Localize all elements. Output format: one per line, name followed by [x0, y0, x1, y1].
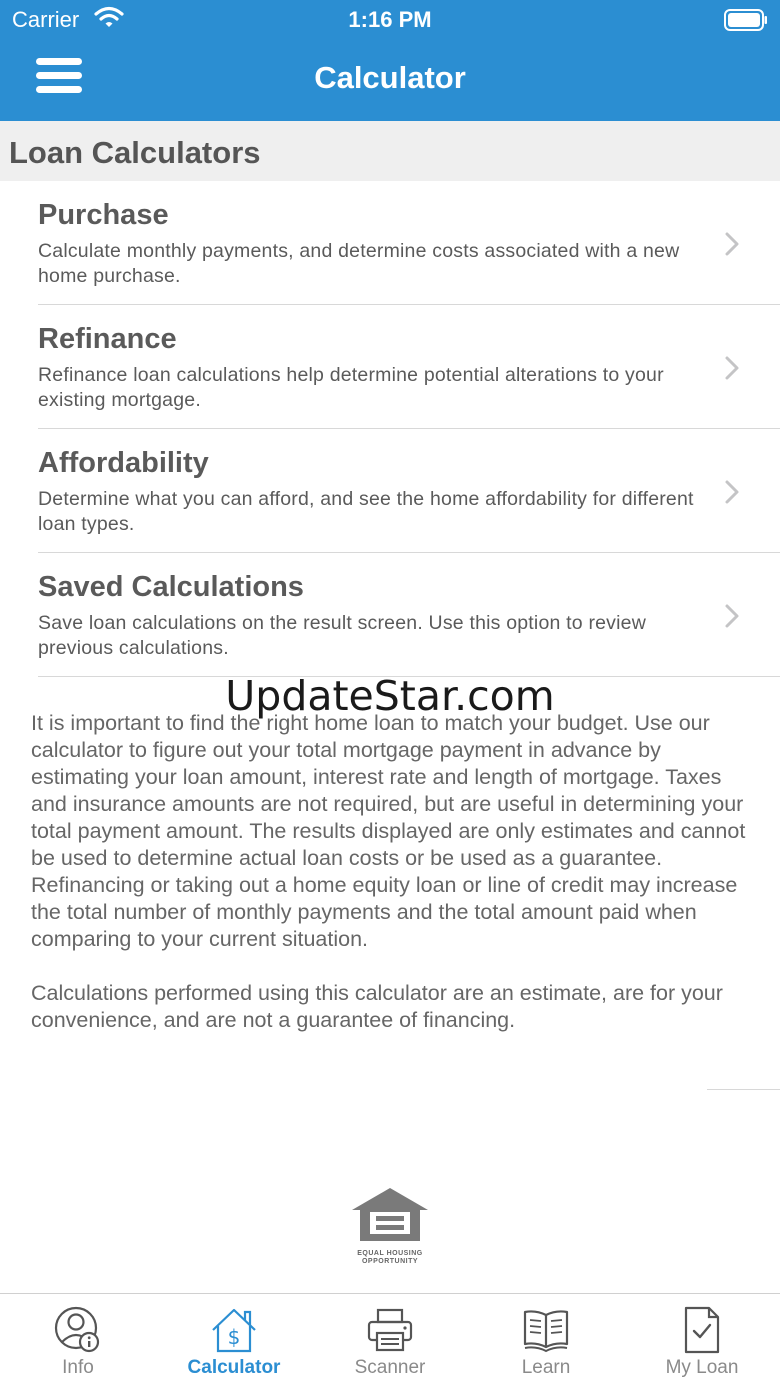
section-title: Loan Calculators: [9, 135, 261, 170]
calculator-item-title: Refinance: [38, 323, 177, 355]
chevron-right-icon: [725, 480, 739, 504]
equal-housing-line1: EQUAL HOUSING: [357, 1250, 423, 1257]
equal-housing-logo: EQUAL HOUSING OPPORTUNITY: [340, 1185, 440, 1266]
calculator-list: Purchase Calculate monthly payments, and…: [0, 181, 780, 677]
tab-my-loan[interactable]: My Loan: [624, 1294, 780, 1387]
disclaimer-text: It is important to find the right home l…: [31, 710, 751, 1034]
tab-label: Calculator: [187, 1357, 281, 1378]
calculator-item-description: Save loan calculations on the result scr…: [38, 612, 646, 659]
equal-housing-line2: OPPORTUNITY: [361, 1258, 419, 1265]
user-info-icon: [54, 1306, 100, 1353]
divider: [707, 1089, 780, 1090]
chevron-right-icon: [725, 604, 739, 628]
equal-housing-house-icon: [352, 1188, 428, 1241]
tab-label: Info: [62, 1357, 94, 1378]
tab-bar: Info $ Calculator Scanner Learn My Loan: [0, 1293, 780, 1387]
chevron-right-icon: [725, 232, 739, 256]
calculator-item-title: Affordability: [38, 447, 209, 479]
house-dollar-icon: $: [212, 1308, 256, 1353]
navigation-bar: Calculator: [0, 40, 780, 121]
calculator-item-description: Calculate monthly payments, and determin…: [38, 240, 680, 287]
status-time: 1:16 PM: [348, 7, 432, 32]
svg-text:$: $: [228, 1325, 241, 1349]
calculator-item-title: Saved Calculations: [38, 571, 304, 603]
calculator-item-description: Determine what you can afford, and see t…: [38, 488, 694, 535]
battery-icon: [724, 9, 767, 31]
tab-scanner[interactable]: Scanner: [312, 1294, 468, 1387]
printer-icon: [367, 1308, 413, 1352]
calculator-item-purchase[interactable]: Purchase Calculate monthly payments, and…: [0, 181, 780, 305]
calculator-item-affordability[interactable]: Affordability Determine what you can aff…: [0, 429, 780, 553]
tab-info[interactable]: Info: [0, 1294, 156, 1387]
calculator-item-refinance[interactable]: Refinance Refinance loan calculations he…: [0, 305, 780, 429]
tab-label: Scanner: [354, 1357, 426, 1378]
tab-learn[interactable]: Learn: [468, 1294, 624, 1387]
tab-label: My Loan: [665, 1357, 739, 1378]
book-icon: [523, 1310, 569, 1353]
document-check-icon: [684, 1306, 720, 1354]
tab-calculator[interactable]: $ Calculator: [156, 1294, 312, 1387]
disclaimer-paragraph: Calculations performed using this calcul…: [31, 981, 723, 1032]
page-title: Calculator: [314, 60, 466, 95]
section-header: Loan Calculators: [0, 121, 780, 181]
tab-label: Learn: [521, 1357, 571, 1378]
disclaimer-paragraph: It is important to find the right home l…: [31, 711, 746, 951]
calculator-item-saved-calculations[interactable]: Saved Calculations Save loan calculation…: [0, 553, 780, 677]
chevron-right-icon: [725, 356, 739, 380]
calculator-item-description: Refinance loan calculations help determi…: [38, 364, 664, 411]
status-bar: Carrier 1:16 PM: [0, 0, 780, 40]
calculator-item-title: Purchase: [38, 199, 169, 231]
